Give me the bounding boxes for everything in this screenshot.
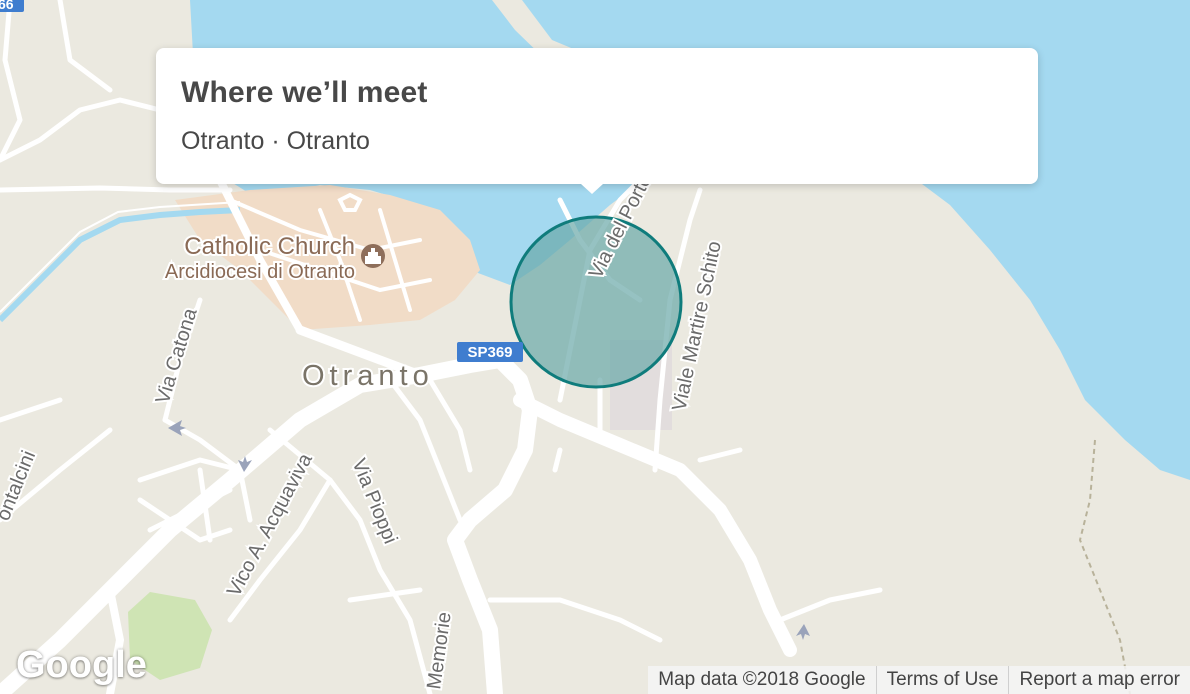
road-shield-edge: 66 [0,0,24,12]
map-attribution-bar: Map data ©2018 Google Terms of Use Repor… [648,666,1190,694]
poi-subtitle-label: Arcidiocesi di Otranto [165,261,355,283]
road-shield-label: SP369 [467,344,512,361]
meeting-info-card: Where we’ll meet Otranto · Otranto [156,48,1038,194]
card-subtitle: Otranto · Otranto [181,127,370,155]
report-map-error-link[interactable]: Report a map error [1008,666,1190,694]
church-poi[interactable]: Catholic Church Arcidiocesi di Otranto [163,231,385,285]
google-logo[interactable]: Google [16,644,147,687]
poi-name-label: Catholic Church [184,233,355,260]
town-label: Otranto [302,360,434,392]
card-title: Where we’ll meet [181,76,428,109]
road-shield-edge-label: 66 [0,0,14,12]
road-shield-sp369: SP369 [457,342,523,362]
terms-of-use-link[interactable]: Terms of Use [875,666,1009,694]
map-canvas[interactable]: SP369 66 Catholic Church Arcidiocesi di … [0,0,1190,694]
map-data-text: Map data ©2018 Google [658,669,866,690]
location-area-marker[interactable] [509,215,683,389]
